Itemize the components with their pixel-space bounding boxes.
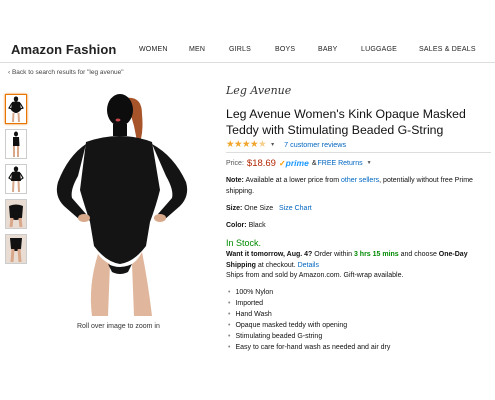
nav-sales-deals[interactable]: SALES & DEALS [419, 46, 476, 53]
price-value: $18.69 [246, 157, 276, 169]
thumbnail-5[interactable] [5, 234, 27, 264]
free-returns-text[interactable]: FREE Returns [318, 160, 363, 167]
delivery-text-5: at checkout. [255, 261, 298, 269]
nav-men[interactable]: MEN [189, 46, 205, 53]
feature-bullet: Stimulating beaded G-string [228, 331, 390, 342]
prime-check-icon: ✓ [278, 158, 286, 168]
caret-down-icon[interactable]: ▼ [367, 160, 372, 166]
brand-logo[interactable]: Leg Avenue [226, 84, 291, 97]
thumbnail-4[interactable] [5, 199, 27, 229]
price-label: Price: [226, 159, 244, 167]
price-row: Price: $18.69 ✓ prime & FREE Returns ▼ [226, 157, 372, 169]
size-row: Size: One Size Size Chart [226, 205, 312, 212]
feature-bullet: Easy to care for-hand wash as needed and… [228, 342, 390, 353]
other-sellers-link[interactable]: other sellers [341, 177, 379, 184]
thumbnail-2[interactable] [5, 129, 27, 159]
divider [226, 152, 491, 153]
top-bar: Amazon Fashion WOMEN MEN GIRLS BOYS BABY… [0, 0, 495, 62]
color-value: Black [248, 222, 266, 229]
color-label: Color: [226, 222, 247, 229]
delivery-headline: Want it tomorrow, Aug. 4? [226, 251, 313, 258]
nav-women[interactable]: WOMEN [139, 46, 168, 53]
feature-bullet: Opaque masked teddy with opening [228, 320, 390, 331]
ships-from-text: Ships from and sold by Amazon.com. Gift-… [226, 272, 404, 279]
free-returns-link[interactable]: FREE Returns [318, 160, 363, 167]
customer-reviews-link[interactable]: 7 customer reviews [284, 140, 346, 149]
nav-girls[interactable]: GIRLS [229, 46, 251, 53]
size-chart-link[interactable]: Size Chart [279, 205, 312, 212]
header-divider [0, 62, 495, 63]
product-title: Leg Avenue Women's Kink Opaque Masked Te… [226, 107, 466, 137]
nav-luggage[interactable]: LUGGAGE [361, 46, 397, 53]
color-row: Color: Black [226, 222, 266, 229]
nav-baby[interactable]: BABY [318, 46, 337, 53]
rating-row: ★★★★★ ▾ 7 customer reviews [226, 139, 346, 150]
star-rating-icon[interactable]: ★★★★★ [226, 139, 267, 150]
nav-boys[interactable]: BOYS [275, 46, 295, 53]
note-label: Note: [226, 177, 244, 184]
zoom-hint: Roll over image to zoom in [77, 323, 160, 330]
delivery-details-link[interactable]: Details [298, 262, 319, 269]
free-returns-prefix: & [311, 159, 317, 167]
delivery-countdown: 3 hrs 15 mins [353, 251, 399, 258]
chevron-down-icon[interactable]: ▾ [271, 141, 274, 148]
size-value: One Size [244, 205, 274, 212]
feature-bullet: 100% Nylon [228, 287, 390, 298]
delivery-info: Want it tomorrow, Aug. 4? Order within 3… [226, 250, 494, 271]
in-stock-status: In Stock. [226, 238, 262, 248]
size-label: Size: [226, 205, 243, 212]
thumbnail-3[interactable] [5, 164, 27, 194]
prime-badge: prime [285, 158, 309, 168]
feature-bullet: Hand Wash [228, 309, 390, 320]
note-text-1: Available at a lower price from [243, 177, 342, 184]
delivery-text-3: and choose [398, 251, 439, 258]
feature-bullets: 100% Nylon Imported Hand Wash Opaque mas… [228, 287, 390, 353]
note-lower-price: Note: Available at a lower price from ot… [226, 176, 494, 197]
back-to-results-link[interactable]: ‹ Back to search results for "leg avenue… [8, 69, 124, 76]
amazon-fashion-logo[interactable]: Amazon Fashion [11, 42, 116, 57]
feature-bullet: Imported [228, 298, 390, 309]
delivery-text-2: Order within [312, 251, 354, 258]
thumbnail-1[interactable] [5, 94, 27, 124]
main-product-image[interactable] [38, 86, 208, 316]
